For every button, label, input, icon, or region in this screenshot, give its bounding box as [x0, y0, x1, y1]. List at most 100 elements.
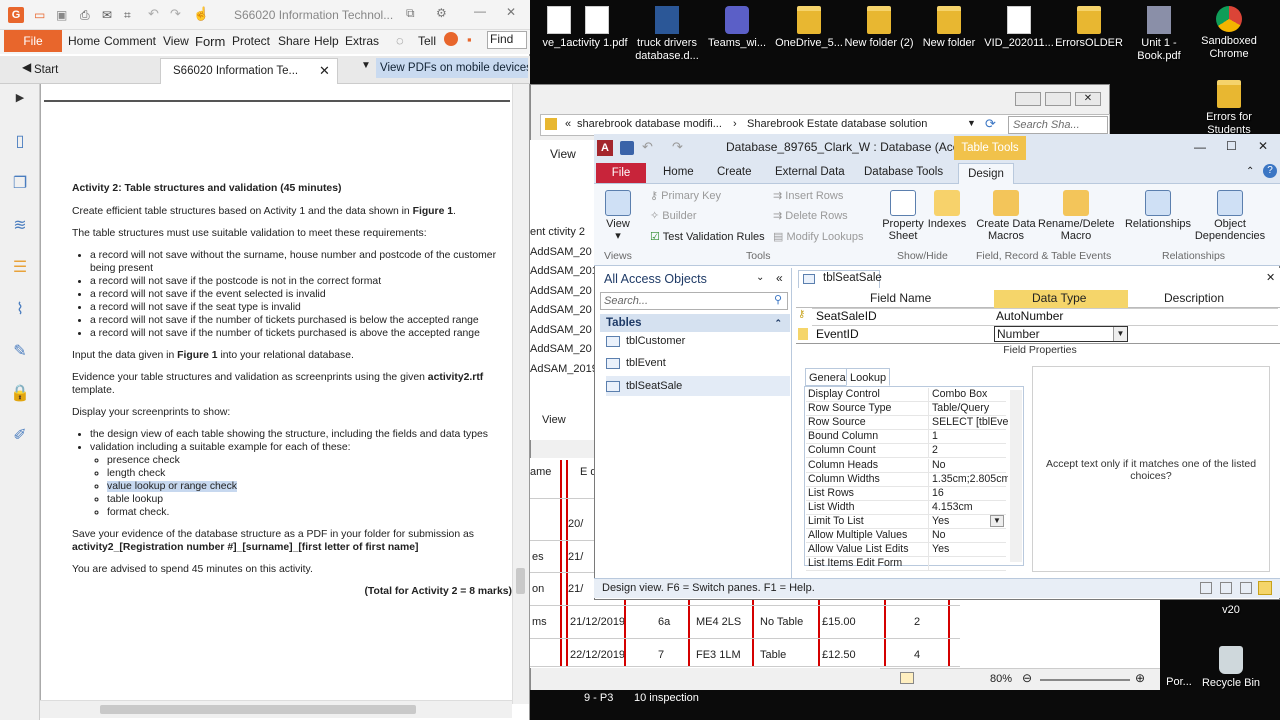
signature-icon[interactable]: ✎ — [10, 342, 30, 362]
chevron-down-icon[interactable]: ▼ — [1113, 327, 1127, 341]
hand-icon[interactable]: ☝ — [193, 6, 209, 22]
property-row[interactable]: Column Widths 1.35cm;2.805cm — [806, 472, 1008, 487]
menu-home[interactable]: Home — [68, 34, 100, 48]
insert-rows-button[interactable]: ⇉ Insert Rows — [773, 190, 843, 202]
nav-search-input[interactable]: Search... — [600, 292, 788, 310]
nav-pane-header[interactable]: All Access Objects ⌄ « — [598, 270, 792, 290]
smiley-icon[interactable] — [444, 32, 458, 46]
tab-scroll-left-icon[interactable]: ◀ — [22, 60, 31, 74]
bg-table-cell[interactable]: ms — [532, 616, 547, 628]
tab-design[interactable]: Design — [958, 163, 1014, 185]
breadcrumb-parent[interactable]: sharebrook database modifi... — [577, 118, 722, 130]
close-button[interactable]: ✕ — [1258, 139, 1268, 153]
attachment-icon[interactable]: ⌇ — [10, 300, 30, 320]
property-value[interactable]: 1 — [932, 430, 1008, 442]
undo-icon[interactable]: ↶ — [148, 6, 159, 22]
view-button[interactable]: View ▾ — [600, 190, 636, 242]
expand-sidebar-icon[interactable]: ▶ — [10, 88, 30, 108]
field-name-seatsaleid[interactable]: SeatSaleID — [816, 309, 877, 323]
row-selector[interactable] — [798, 328, 808, 340]
bg-table-cell[interactable]: 21/12/2019 — [570, 616, 625, 628]
maximize-button[interactable] — [1045, 92, 1071, 106]
nav-item-tblcustomer[interactable]: tblCustomer — [606, 331, 685, 351]
indexes-button[interactable]: Indexes — [926, 190, 968, 230]
property-row[interactable]: Column Count 2 — [806, 444, 1006, 459]
bg-table-cell[interactable]: £15.00 — [822, 616, 856, 628]
modify-lookups-button[interactable]: ▤ Modify Lookups — [773, 231, 864, 243]
tab-external-data[interactable]: External Data — [775, 166, 845, 178]
collapse-nav-icon[interactable]: « — [776, 271, 783, 285]
bg-table-cell[interactable]: No Table — [760, 616, 803, 628]
relationships-button[interactable]: Relationships — [1122, 190, 1194, 230]
pivot-table-icon[interactable] — [1220, 582, 1232, 594]
property-row[interactable]: List Rows 16 — [806, 486, 1008, 501]
bg-table-cell[interactable]: on — [532, 583, 544, 595]
bg-table-cell[interactable]: 21/ — [568, 551, 583, 563]
property-row[interactable]: Allow Multiple Values No — [806, 529, 1006, 543]
menu-comment[interactable]: Comment — [104, 34, 156, 48]
bg-view-tab[interactable]: View — [550, 147, 576, 161]
desktop-icon[interactable]: New folder — [910, 6, 988, 50]
bg-table-cell[interactable]: 2 — [914, 616, 920, 628]
save-icon[interactable]: ▣ — [56, 8, 67, 22]
bg-table-cell[interactable]: 22/12/2019 — [570, 649, 625, 661]
property-value[interactable]: SELECT [tblEver — [932, 416, 1008, 428]
scroll-thumb[interactable] — [516, 568, 525, 594]
property-row[interactable]: Allow Value List Edits Yes — [806, 543, 1008, 558]
lock-icon[interactable]: ▪ — [467, 32, 472, 47]
explorer-search-input[interactable]: Search Sha... — [1008, 116, 1108, 134]
bg-table-cell[interactable]: £12.50 — [822, 649, 856, 661]
property-sheet-button[interactable]: Property Sheet — [880, 190, 926, 242]
zoom-slider[interactable] — [1040, 679, 1130, 681]
open-icon[interactable]: ▭ — [34, 8, 45, 22]
nav-category-tables[interactable]: Tables ⌃ — [600, 314, 790, 332]
crop-icon[interactable]: ⌗ — [124, 8, 131, 23]
highlighted-text[interactable]: value lookup or range check — [107, 481, 237, 492]
pages-icon[interactable]: ❐ — [10, 174, 30, 194]
menu-share[interactable]: Share — [278, 34, 310, 48]
close-button[interactable]: ✕ — [1075, 92, 1101, 106]
bg-object-item[interactable]: AddSAM_20 — [530, 324, 600, 336]
tab-start[interactable]: Start — [34, 64, 58, 76]
zoom-in-button[interactable]: ⊕ — [1135, 671, 1145, 685]
menu-help[interactable]: Help — [314, 34, 339, 48]
help-icon[interactable]: ? — [1263, 164, 1277, 178]
property-value[interactable]: Combo Box — [932, 388, 1008, 400]
chevron-down-icon[interactable]: ▼ — [967, 118, 976, 128]
page-thumbnail-icon[interactable]: ▯ — [10, 132, 30, 152]
file-tab[interactable]: File — [596, 163, 646, 183]
delete-rows-button[interactable]: ⇉ Delete Rows — [773, 210, 848, 222]
menu-protect[interactable]: Protect — [232, 34, 270, 48]
test-validation-button[interactable]: ☑ Test Validation Rules — [650, 231, 765, 243]
tab-database-tools[interactable]: Database Tools — [864, 166, 943, 178]
chevron-down-icon[interactable]: ⌄ — [756, 272, 764, 283]
bg-object-item[interactable]: AdSAM_2019 — [530, 363, 600, 375]
rename-delete-macro-button[interactable]: Rename/Delete Macro — [1038, 190, 1114, 242]
tab-create[interactable]: Create — [717, 166, 752, 178]
nav-item-tblseatsale[interactable]: tblSeatSale — [606, 376, 790, 396]
refresh-icon[interactable]: ⟳ — [985, 116, 996, 132]
data-type-dropdown[interactable]: Number ▼ — [994, 326, 1128, 342]
bg-object-item[interactable]: AddSAM_20 — [530, 246, 600, 258]
property-value[interactable]: No — [932, 529, 1008, 541]
bg-table-cell[interactable]: es — [532, 551, 544, 563]
bg-table-cell[interactable]: Table — [760, 649, 786, 661]
comments-icon[interactable]: ☰ — [10, 258, 30, 278]
property-value[interactable]: No — [932, 459, 1008, 471]
property-value[interactable]: 16 — [932, 487, 1008, 499]
redo-icon[interactable]: ↷ — [170, 6, 181, 22]
pdf-horizontal-scrollbar[interactable] — [40, 700, 512, 718]
undo-icon[interactable]: ↶ — [642, 139, 653, 155]
scroll-thumb[interactable] — [100, 705, 416, 714]
save-icon[interactable] — [620, 141, 634, 155]
object-tab-tblseatsale[interactable]: tblSeatSale — [798, 270, 882, 288]
bg-object-item[interactable]: AddSAM_20 — [530, 285, 600, 297]
pdf-vertical-scrollbar[interactable] — [512, 84, 529, 704]
create-data-macros-button[interactable]: Create Data Macros — [974, 190, 1038, 242]
property-value[interactable]: Yes — [932, 543, 1008, 555]
builder-button[interactable]: ✧ Builder — [650, 210, 697, 222]
close-object-icon[interactable]: ✕ — [1266, 271, 1275, 284]
bg-table-cell[interactable]: ame — [530, 466, 551, 478]
object-dependencies-button[interactable]: Object Dependencies — [1194, 190, 1266, 242]
tab-home[interactable]: Home — [663, 166, 694, 178]
